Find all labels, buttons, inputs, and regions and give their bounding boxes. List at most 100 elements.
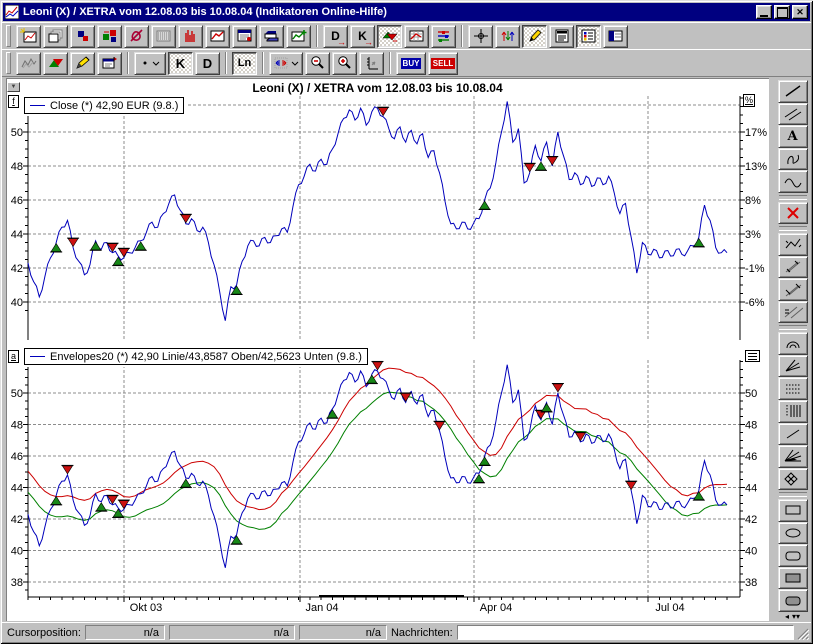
log-scale-button[interactable]: Ln	[232, 52, 257, 75]
chart-add-icon	[290, 28, 308, 44]
cursor-date-field: n/a	[169, 625, 295, 640]
toolbar-drag-handle[interactable]	[6, 52, 11, 74]
vertical-grid-tool-button[interactable]	[778, 400, 808, 423]
minimize-button[interactable]	[756, 5, 772, 19]
gann-grid-tool-button[interactable]	[778, 468, 808, 491]
indicator-list-button[interactable]	[745, 350, 760, 362]
toolbar-separator	[779, 226, 807, 231]
text-tool-button[interactable]: A	[778, 125, 808, 148]
title-bar[interactable]: Leoni (X) / XETRA vom 12.08.03 bis 10.08…	[3, 3, 810, 21]
fan-lines-tool-button[interactable]	[778, 355, 808, 378]
axis-scale-button[interactable]	[359, 52, 384, 75]
filled-rectangle-tool-button[interactable]	[778, 567, 808, 590]
signal-triangles-button[interactable]	[377, 25, 402, 48]
portfolio-cards-button[interactable]	[259, 25, 284, 48]
signal-triangles-icon	[381, 28, 399, 44]
toolbar-separator	[127, 52, 129, 74]
portfolio-transfer-button[interactable]	[97, 25, 122, 48]
indicator-remove-button[interactable]	[124, 25, 149, 48]
scroll-left-icon[interactable]: ◂	[785, 613, 789, 621]
cursor-value-field: n/a	[299, 625, 387, 640]
price-legend[interactable]: Close (*) 42,90 EUR (9.8.)	[24, 97, 184, 114]
draw-mode-button[interactable]	[522, 25, 547, 48]
news-window-button[interactable]	[232, 25, 257, 48]
week-period-button[interactable]: K→	[350, 25, 375, 48]
curve-tool-icon	[783, 151, 803, 167]
filled-rounded-rectangle-icon	[783, 593, 803, 609]
curve-tool-button[interactable]	[778, 148, 808, 171]
delete-drawing-button[interactable]	[778, 202, 808, 225]
trend-channel-tool-button[interactable]	[778, 233, 808, 256]
fibonacci-tool-button[interactable]	[778, 377, 808, 400]
quote-board-button[interactable]	[151, 25, 176, 48]
raff-channel-tool-button[interactable]	[778, 301, 808, 324]
crosshair-button[interactable]	[468, 25, 493, 48]
draw-highlight-button[interactable]	[70, 52, 95, 75]
day-period-button[interactable]: D→	[323, 25, 348, 48]
price-legend-text: Close (*) 42,90 EUR (9.8.)	[50, 100, 178, 112]
parallel-lines-tool-button[interactable]	[778, 103, 808, 126]
error-channel-tool-button[interactable]	[778, 278, 808, 301]
protocol-notes-button[interactable]	[549, 25, 574, 48]
speed-lines-tool-button[interactable]	[778, 445, 808, 468]
axis-scale-icon	[363, 55, 381, 71]
close-button[interactable]: ✕	[792, 5, 808, 19]
chart-properties-button[interactable]	[97, 52, 122, 75]
frequency-axis-button[interactable]: f	[8, 95, 19, 108]
arithmetic-axis-button[interactable]: a	[8, 350, 19, 363]
rounded-rectangle-icon	[783, 548, 803, 564]
fibonacci-icon	[783, 381, 803, 397]
svg-text:40: 40	[11, 546, 23, 558]
zoom-out-button[interactable]	[305, 52, 330, 75]
notes-doc-icon	[553, 28, 571, 44]
sketch-mode-button[interactable]	[16, 52, 41, 75]
rounded-rectangle-tool-button[interactable]	[778, 544, 808, 567]
ellipse-tool-button[interactable]	[778, 522, 808, 545]
vertical-grid-icon	[783, 403, 803, 419]
volume-bars-button[interactable]	[178, 25, 203, 48]
portfolio-small-icon	[74, 28, 92, 44]
copy-chart-button[interactable]	[43, 25, 68, 48]
scroll-down-icon[interactable]: ▾▾	[792, 613, 800, 621]
new-chart-button[interactable]	[16, 25, 41, 48]
pane-collapse-button[interactable]: ▼	[7, 82, 20, 92]
resize-grip[interactable]	[797, 628, 809, 640]
line-style-button[interactable]	[134, 52, 166, 75]
arc-tool-button[interactable]	[778, 332, 808, 355]
trend-arrows-button[interactable]	[495, 25, 520, 48]
buy-order-button[interactable]: BUY	[396, 52, 426, 75]
envelope-chart[interactable]: 5050484846464444424240403838Okt 03Jan 04…	[6, 356, 768, 620]
indicator-lines-button[interactable]	[431, 25, 456, 48]
chart-window-button[interactable]	[205, 25, 230, 48]
sell-order-button[interactable]: SELL	[428, 52, 458, 75]
candle-d-button[interactable]: D	[195, 52, 220, 75]
zoom-in-button[interactable]	[332, 52, 357, 75]
envelope-legend[interactable]: Envelopes20 (*) 42,90 Linie/43,8587 Oben…	[24, 348, 368, 365]
portfolio-small-button[interactable]	[70, 25, 95, 48]
wave-tool-button[interactable]	[778, 170, 808, 193]
filled-rounded-rectangle-tool-button[interactable]	[778, 589, 808, 612]
gann-grid-icon	[783, 471, 803, 487]
chart-add-button[interactable]	[286, 25, 311, 48]
window-title: Leoni (X) / XETRA vom 12.08.03 bis 10.08…	[23, 6, 387, 18]
rectangle-tool-button[interactable]	[778, 499, 808, 522]
percent-axis-button[interactable]: %	[743, 94, 755, 107]
chart-panel[interactable]: Leoni (X) / XETRA vom 12.08.03 bis 10.08…	[6, 78, 769, 621]
maximize-button[interactable]	[774, 5, 790, 19]
news-field	[457, 625, 794, 640]
scroll-arrows-icon	[273, 55, 299, 71]
regression-tool-button[interactable]	[778, 256, 808, 279]
scroll-arrows-button[interactable]	[269, 52, 303, 75]
buy-order-label: BUY	[401, 58, 422, 69]
toolbar-separator	[262, 52, 264, 74]
candle-d-label: D	[203, 56, 212, 71]
toolbar-drag-handle[interactable]	[6, 25, 11, 47]
legend-settings-button[interactable]	[576, 25, 601, 48]
line-tool-button[interactable]	[778, 80, 808, 103]
price-chart[interactable]: 5017%4813%468%443%42-1%40-6%	[6, 94, 768, 344]
window-layout-button[interactable]	[603, 25, 628, 48]
candle-k-button[interactable]: K	[168, 52, 193, 75]
signal-mode-button[interactable]	[43, 52, 68, 75]
chart-grid-button[interactable]	[404, 25, 429, 48]
trendline-tool-button[interactable]	[778, 423, 808, 446]
